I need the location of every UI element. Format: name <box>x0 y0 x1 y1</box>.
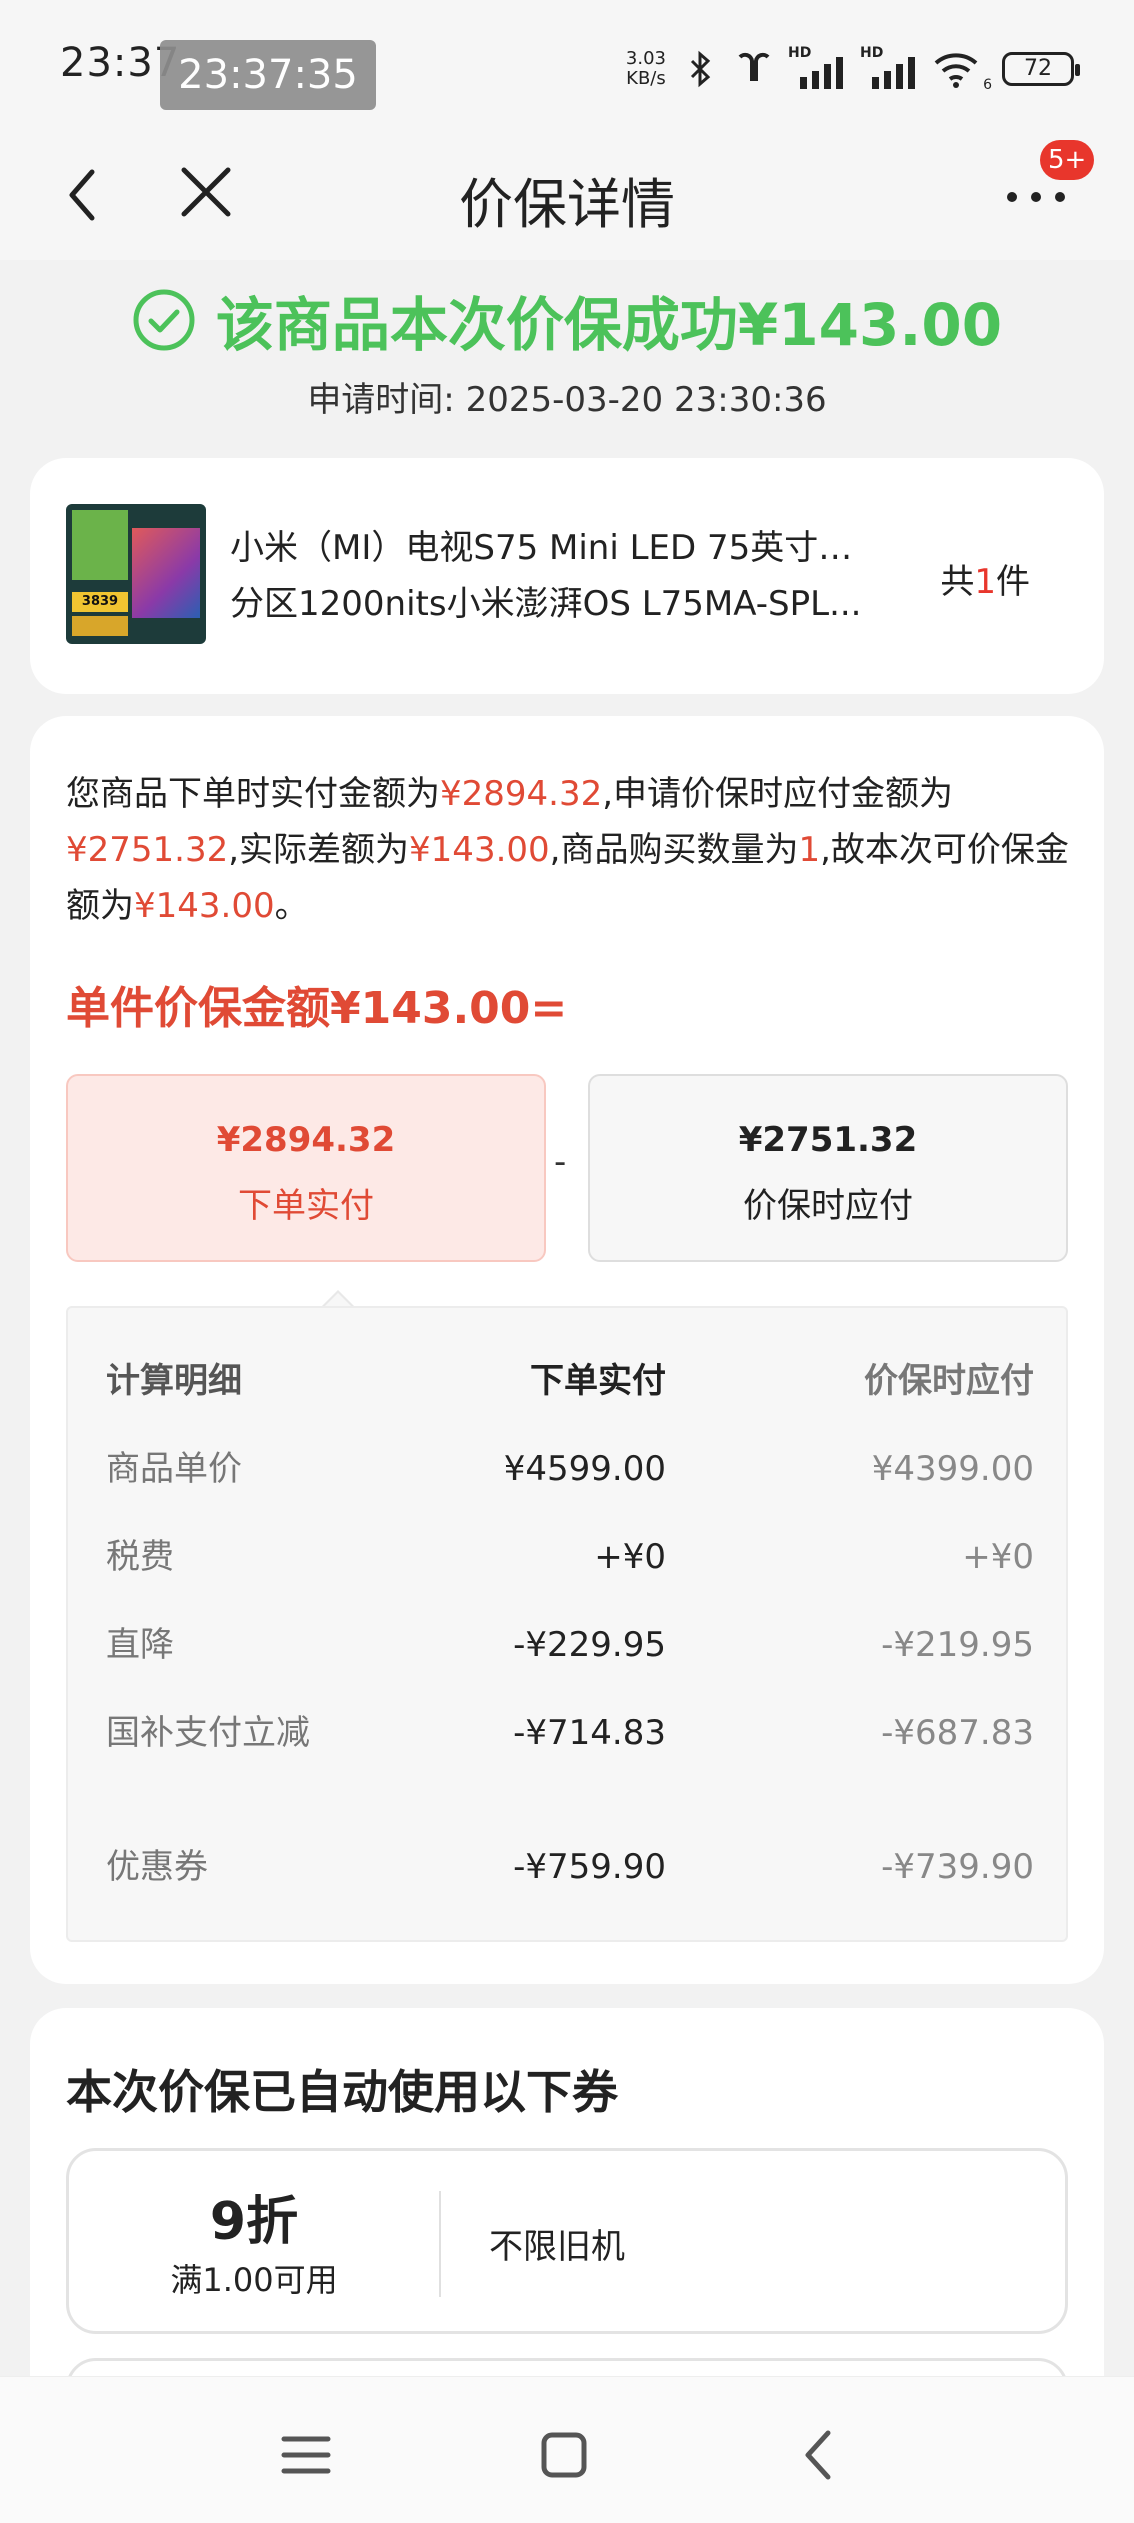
description-part: ¥143.00 <box>134 886 275 926</box>
description-part: ,实际差额为 <box>228 830 410 870</box>
protect-payable-label: 价保时应付 <box>743 1186 913 1226</box>
wifi-icon <box>934 53 978 88</box>
coupon-divider <box>439 2191 441 2297</box>
description-part: ¥143.00 <box>409 830 550 870</box>
signal-icon <box>872 57 915 89</box>
check-circle-icon <box>133 289 195 351</box>
product-quantity: 共1件 <box>940 562 1030 602</box>
protect-payable-amount: ¥2751.32 <box>738 1120 918 1160</box>
more-icon[interactable] <box>1004 182 1068 212</box>
minus-sign: - <box>554 1142 567 1182</box>
order-paid-box[interactable]: ¥2894.32 下单实付 <box>66 1074 546 1262</box>
coupon-condition: 满1.00可用 <box>170 2261 338 2299</box>
signal-icon <box>800 57 843 89</box>
description-part: ¥2751.32 <box>66 830 229 870</box>
bluetooth-icon <box>690 50 711 88</box>
coupon-item[interactable]: 9折 满1.00可用 不限旧机 <box>66 2148 1068 2334</box>
price-protect-description: 您商品下单时实付金额为¥2894.32,申请价保时应付金额为 ¥2751.32,实… <box>66 766 1076 934</box>
price-protect-detail-card: 您商品下单时实付金额为¥2894.32,申请价保时应付金额为¥2751.32,实… <box>30 716 1104 1984</box>
menu-icon[interactable] <box>278 2427 334 2483</box>
product-image-price: 3839 <box>72 592 128 612</box>
unit-protect-amount: 单件价保金额¥143.00= <box>66 983 568 1034</box>
calculation-table: 计算明细 下单实付 价保时应付 商品单价 ¥4599.00 ¥4399.00 税… <box>66 1306 1068 1942</box>
status-icons: 3.03 KB/s HD HD 6 72 <box>625 44 1080 94</box>
description-part: 。 <box>274 886 309 926</box>
description-part: ,商品购买数量为 <box>549 830 799 870</box>
status-bar: 23:37 23:37:35 3.03 KB/s HD HD 6 72 <box>0 0 1134 130</box>
nav-back-icon[interactable] <box>792 2427 848 2483</box>
net-speed: 3.03 KB/s <box>625 48 666 89</box>
earbuds-icon <box>738 52 770 81</box>
description-part: ¥2894.32 <box>440 774 603 814</box>
page-title: 价保详情 <box>459 173 675 236</box>
product-image[interactable]: 3839 <box>66 504 206 644</box>
signal-1: HD <box>788 45 846 89</box>
product-name[interactable]: 小米（MI）电视S75 Mini LED 75英寸512 分区1200nits小… <box>230 520 870 632</box>
protect-payable-box[interactable]: ¥2751.32 价保时应付 <box>588 1074 1068 1262</box>
signal-2: HD <box>860 45 918 89</box>
coupon-discount: 9折 <box>209 2192 299 2252</box>
coupon-name: 不限旧机 <box>489 2227 625 2267</box>
calc-header-order: 下单实付 <box>530 1361 666 1401</box>
notification-badge: 5+ <box>1040 140 1095 180</box>
battery-icon: 72 <box>1002 52 1080 86</box>
result-header: 该商品本次价保成功¥143.00 <box>0 280 1134 360</box>
system-nav-bar <box>0 2376 1134 2523</box>
coupon-section-title: 本次价保已自动使用以下券 <box>66 2065 618 2119</box>
wifi: 6 <box>932 49 992 93</box>
home-icon[interactable] <box>536 2427 592 2483</box>
apply-time: 申请时间: 2025-03-20 23:30:36 <box>307 380 827 420</box>
order-paid-amount: ¥2894.32 <box>216 1120 396 1160</box>
calc-header-item: 计算明细 <box>106 1361 242 1401</box>
order-paid-label: 下单实付 <box>238 1186 374 1226</box>
calc-header-protect: 价保时应付 <box>864 1361 1034 1401</box>
result-title: 该商品本次价保成功¥143.00 <box>215 291 1003 359</box>
product-card[interactable]: 3839 小米（MI）电视S75 Mini LED 75英寸512 分区1200… <box>30 458 1104 694</box>
description-part: 1 <box>798 830 821 870</box>
description-part: 您商品下单时实付金额为 <box>66 774 440 814</box>
nav-bar: 价保详情 5+ <box>0 130 1134 260</box>
screenshot-time-overlay: 23:37:35 <box>160 40 376 110</box>
description-part: ,申请价保时应付金额为 <box>602 774 954 814</box>
